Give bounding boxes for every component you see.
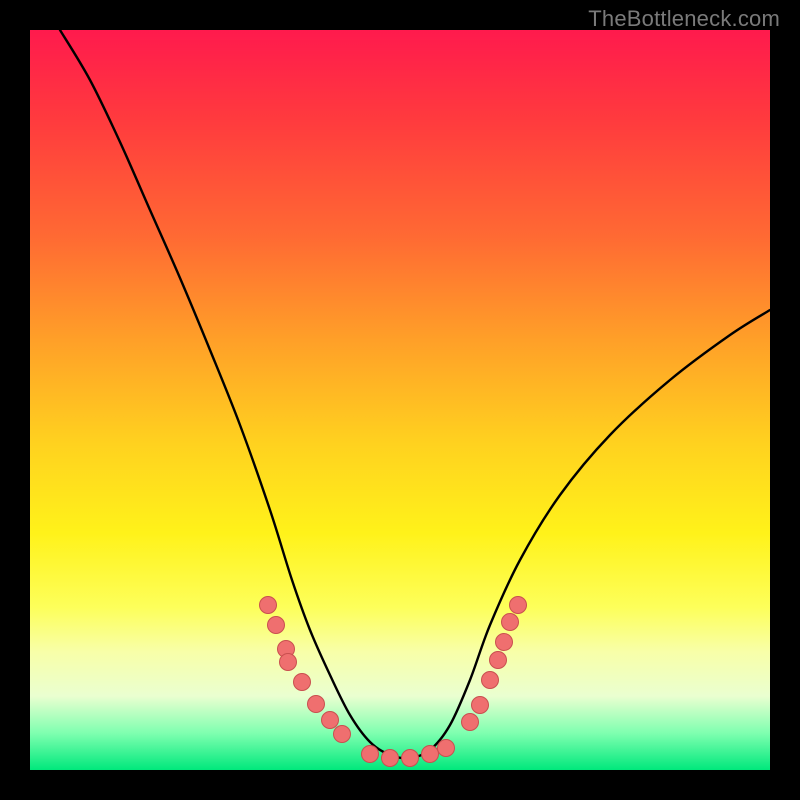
data-marker [496,634,513,651]
data-marker [322,712,339,729]
data-marker [280,654,297,671]
data-marker [462,714,479,731]
bottleneck-curve [60,30,770,758]
data-marker [510,597,527,614]
data-marker [260,597,277,614]
plot-area [30,30,770,770]
data-marker [422,746,439,763]
data-marker [490,652,507,669]
data-marker [268,617,285,634]
data-marker [502,614,519,631]
data-marker [402,750,419,767]
chart-svg [30,30,770,770]
data-marker [482,672,499,689]
data-marker [308,696,325,713]
data-marker [362,746,379,763]
markers-group [260,597,527,767]
data-marker [472,697,489,714]
attribution-text: TheBottleneck.com [588,6,780,32]
data-marker [294,674,311,691]
data-marker [438,740,455,757]
data-marker [334,726,351,743]
data-marker [382,750,399,767]
chart-frame: TheBottleneck.com [0,0,800,800]
